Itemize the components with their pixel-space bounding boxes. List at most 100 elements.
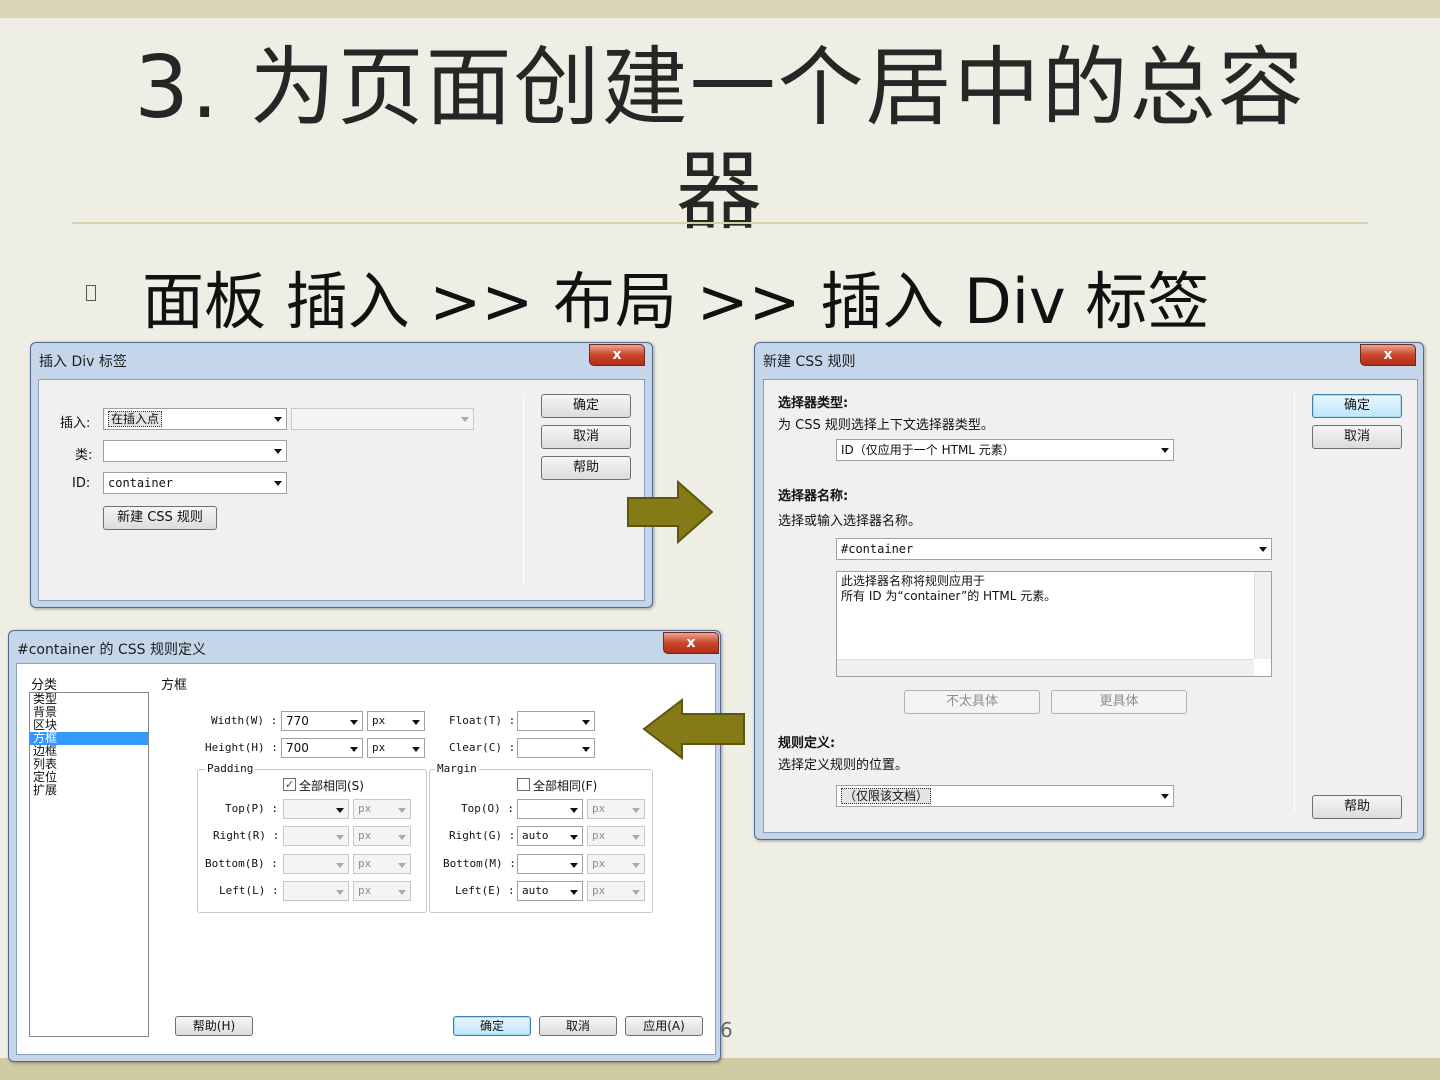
selector-type-select[interactable]: ID（仅应用于一个 HTML 元素） (836, 439, 1174, 461)
new-css-rule-button[interactable]: 新建 CSS 规则 (103, 506, 217, 530)
cancel-button[interactable]: 取消 (1312, 425, 1402, 449)
height-unit-select[interactable]: px (367, 738, 425, 758)
margin-bottom-unit[interactable]: px (587, 854, 645, 874)
padding-bottom-unit-value: px (358, 857, 372, 870)
chevron-down-icon (412, 747, 420, 752)
padding-same-checkbox[interactable]: ✓ (283, 778, 296, 791)
help-button[interactable]: 帮助 (1312, 795, 1402, 819)
chevron-down-icon (350, 720, 358, 725)
margin-left-label: Left(E) : (455, 884, 515, 897)
margin-top-unit-value: px (592, 802, 606, 815)
margin-left-input[interactable]: auto (517, 881, 583, 901)
slide-title: 3. 为页面创建一个居中的总容 器 (90, 36, 1350, 244)
category-item[interactable]: 扩展 (30, 784, 148, 797)
width-unit-select[interactable]: px (367, 711, 425, 731)
margin-right-unit[interactable]: px (587, 826, 645, 846)
selector-type-heading: 选择器类型: (778, 396, 849, 411)
chevron-down-icon (582, 747, 590, 752)
padding-left-input[interactable] (283, 881, 349, 901)
chevron-down-icon (350, 747, 358, 752)
margin-top-label: Top(O) : (461, 802, 514, 815)
insert-position-value: 在插入点 (108, 411, 163, 427)
chevron-down-icon (632, 890, 640, 895)
chevron-down-icon (398, 890, 406, 895)
css-rule-definition-dialog: #container 的 CSS 规则定义 x 分类 类型 背景 区块 方框 边… (8, 630, 721, 1062)
ok-button[interactable]: 确定 (1312, 394, 1402, 418)
width-label: Width(W) : (211, 714, 278, 727)
chevron-down-icon (398, 835, 406, 840)
clear-select[interactable] (517, 738, 595, 758)
chevron-down-icon (1161, 448, 1169, 453)
new-css-rule-dialog: 新建 CSS 规则 x 选择器类型: 为 CSS 规则选择上下文选择器类型。 I… (754, 342, 1424, 840)
width-input[interactable]: 770 (281, 711, 363, 731)
chevron-down-icon (398, 863, 406, 868)
chevron-down-icon (398, 808, 406, 813)
ok-button[interactable]: 确定 (541, 394, 631, 418)
padding-right-label: Right(R) : (213, 829, 280, 842)
new-css-rule-dialog-title: 新建 CSS 规则 (763, 354, 856, 370)
margin-right-input[interactable]: auto (517, 826, 583, 846)
help-button[interactable]: 帮助(H) (175, 1016, 253, 1036)
float-select[interactable] (517, 711, 595, 731)
cancel-button[interactable]: 取消 (539, 1016, 617, 1036)
class-label: 类: (75, 448, 93, 463)
ok-button[interactable]: 确定 (453, 1016, 531, 1036)
padding-top-label: Top(P) : (225, 802, 278, 815)
height-input[interactable]: 700 (281, 738, 363, 758)
chevron-down-icon (570, 863, 578, 868)
id-select[interactable]: container (103, 472, 287, 494)
rule-definition-select[interactable]: （仅限该文档） (836, 785, 1174, 807)
cancel-button[interactable]: 取消 (541, 425, 631, 449)
close-icon[interactable]: x (1360, 344, 1416, 366)
margin-right-label: Right(G) : (449, 829, 516, 842)
width-unit-value: px (372, 714, 386, 727)
padding-top-unit-value: px (358, 802, 372, 815)
chevron-down-icon (336, 808, 344, 813)
chevron-down-icon (336, 890, 344, 895)
chevron-down-icon (570, 890, 578, 895)
insert-target-select[interactable] (291, 408, 474, 430)
less-specific-button[interactable]: 不太具体 (904, 690, 1040, 714)
apply-button[interactable]: 应用(A) (625, 1016, 703, 1036)
help-button[interactable]: 帮助 (541, 456, 631, 480)
slide-title-line1: 3. 为页面创建一个居中的总容 (134, 38, 1306, 138)
padding-left-unit-value: px (358, 884, 372, 897)
selector-description-line1: 此选择器名称将规则应用于 (841, 574, 986, 588)
horizontal-scrollbar[interactable] (837, 659, 1254, 676)
padding-right-unit[interactable]: px (353, 826, 411, 846)
id-label: ID: (72, 476, 91, 491)
chevron-down-icon (570, 835, 578, 840)
more-specific-button[interactable]: 更具体 (1051, 690, 1187, 714)
close-icon[interactable]: x (589, 344, 645, 366)
css-rule-definition-dialog-body: 分类 类型 背景 区块 方框 边框 列表 定位 扩展 方框 Width(W) :… (16, 663, 716, 1055)
chevron-down-icon (274, 481, 282, 486)
margin-top-unit[interactable]: px (587, 799, 645, 819)
rule-definition-value: （仅限该文档） (841, 788, 932, 804)
top-decor-strip (0, 0, 1440, 18)
padding-bottom-unit[interactable]: px (353, 854, 411, 874)
padding-right-input[interactable] (283, 826, 349, 846)
bullet-text: 面板 插入 >> 布局 >> 插入 Div 标签 (142, 265, 1210, 338)
class-select[interactable] (103, 440, 287, 462)
margin-right-value: auto (522, 829, 549, 842)
padding-left-unit[interactable]: px (353, 881, 411, 901)
selector-description-box: 此选择器名称将规则应用于 所有 ID 为“container”的 HTML 元素… (836, 571, 1272, 677)
margin-top-input[interactable] (517, 799, 583, 819)
padding-bottom-input[interactable] (283, 854, 349, 874)
category-list[interactable]: 类型 背景 区块 方框 边框 列表 定位 扩展 (29, 692, 149, 1037)
vertical-scrollbar[interactable] (1254, 572, 1271, 659)
padding-top-unit[interactable]: px (353, 799, 411, 819)
chevron-down-icon (1161, 794, 1169, 799)
close-icon[interactable]: x (663, 632, 719, 654)
margin-left-unit[interactable]: px (587, 881, 645, 901)
margin-bottom-input[interactable] (517, 854, 583, 874)
margin-same-checkbox[interactable] (517, 778, 530, 791)
insert-position-select[interactable]: 在插入点 (103, 408, 287, 430)
margin-bottom-unit-value: px (592, 857, 606, 870)
selector-name-select[interactable]: #container (836, 538, 1272, 560)
selector-name-desc: 选择或输入选择器名称。 (778, 514, 922, 529)
width-value: 770 (286, 714, 309, 728)
chevron-down-icon (632, 835, 640, 840)
chevron-down-icon (461, 417, 469, 422)
padding-top-input[interactable] (283, 799, 349, 819)
